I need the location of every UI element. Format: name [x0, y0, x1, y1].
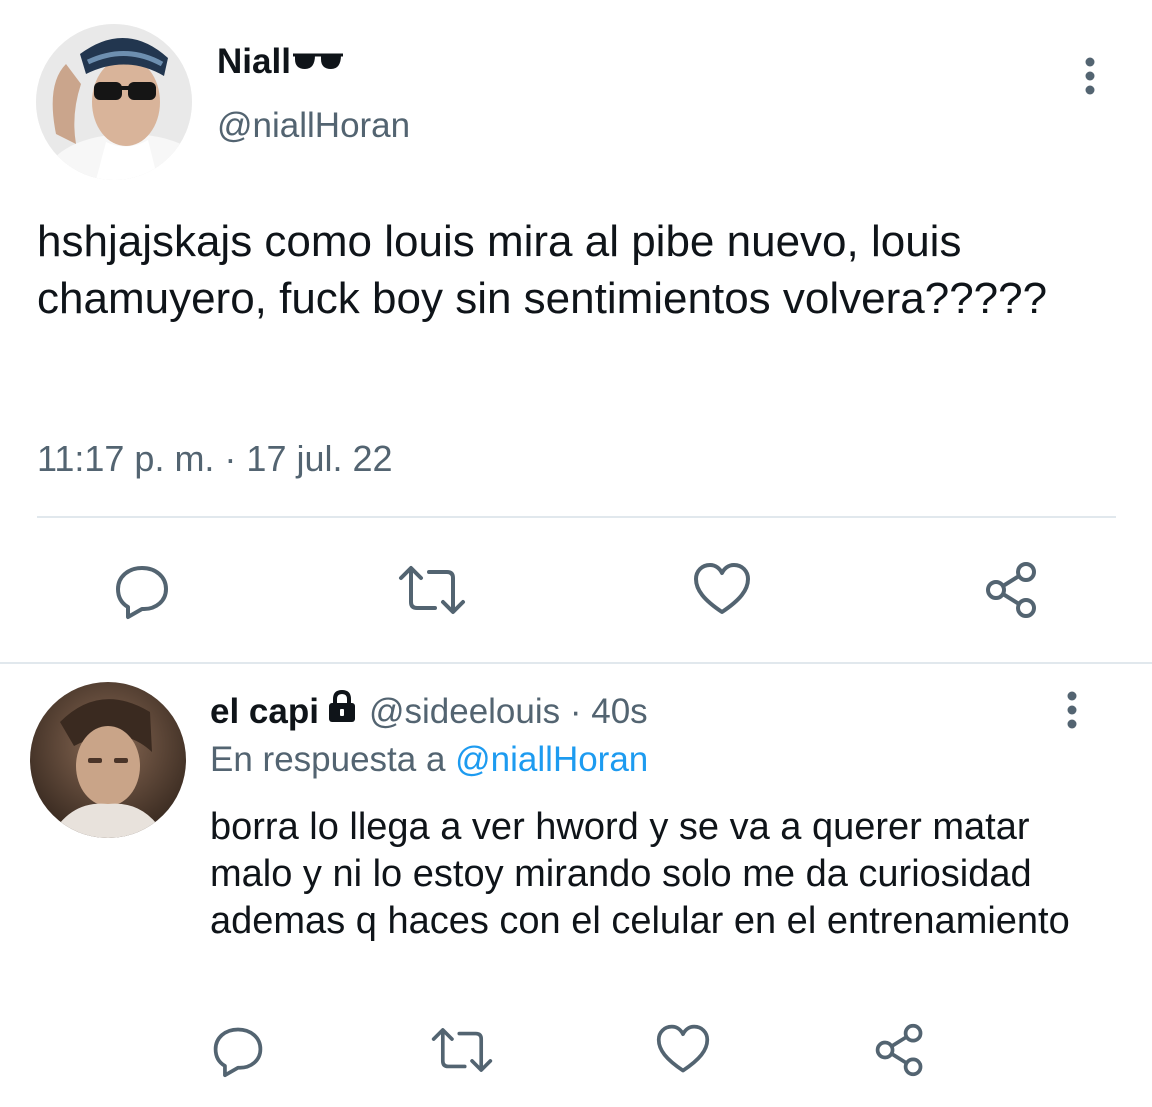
share-button[interactable] [982, 560, 1042, 620]
avatar-el-capi[interactable] [30, 682, 186, 838]
reply-user-handle[interactable]: @sideelouis [369, 692, 560, 731]
avatar-image [36, 24, 192, 180]
mention-link[interactable]: @niallHoran [455, 740, 648, 779]
like-button[interactable] [655, 1022, 711, 1078]
like-icon [656, 1024, 710, 1073]
avatar-image [30, 682, 186, 838]
tweet-timestamp[interactable]: 11:17 p. m. · 17 jul. 22 [37, 437, 393, 481]
display-name[interactable]: Niall [217, 42, 343, 82]
share-icon [986, 562, 1036, 618]
more-options-icon[interactable] [1058, 690, 1086, 730]
reply-icon [213, 1027, 263, 1078]
reply-button[interactable] [112, 560, 172, 620]
retweet-icon [431, 1028, 493, 1072]
retweet-button[interactable] [430, 1022, 493, 1078]
like-icon [694, 563, 750, 614]
retweet-button[interactable] [397, 560, 465, 620]
display-name-text: Niall [217, 42, 291, 81]
like-button[interactable] [692, 560, 752, 620]
reply-display-name[interactable]: el capi [210, 692, 319, 731]
reply-text: borra lo llega a ver hword y se va a que… [210, 806, 1070, 942]
reply-header: el capi @sideelouis · 40s [210, 689, 648, 734]
in-reply-to: En respuesta a @niallHoran [210, 738, 648, 782]
share-button[interactable] [872, 1022, 928, 1078]
reply-time[interactable]: 40s [591, 692, 647, 731]
lock-icon [327, 689, 357, 733]
tweet-text: hshjajskajs como louis mira al pibe nuev… [37, 217, 1048, 323]
divider [0, 662, 1152, 664]
more-options-icon[interactable] [1076, 56, 1104, 96]
avatar-niall[interactable] [36, 24, 192, 180]
reply-button[interactable] [210, 1022, 266, 1078]
share-icon [875, 1023, 923, 1077]
separator-dot: · [560, 692, 592, 731]
user-handle[interactable]: @niallHoran [217, 105, 410, 147]
retweet-icon [399, 566, 465, 614]
in-reply-to-label: En respuesta a [210, 740, 456, 779]
reply-icon [116, 566, 168, 619]
divider [37, 516, 1116, 518]
sunglasses-icon [292, 40, 343, 80]
